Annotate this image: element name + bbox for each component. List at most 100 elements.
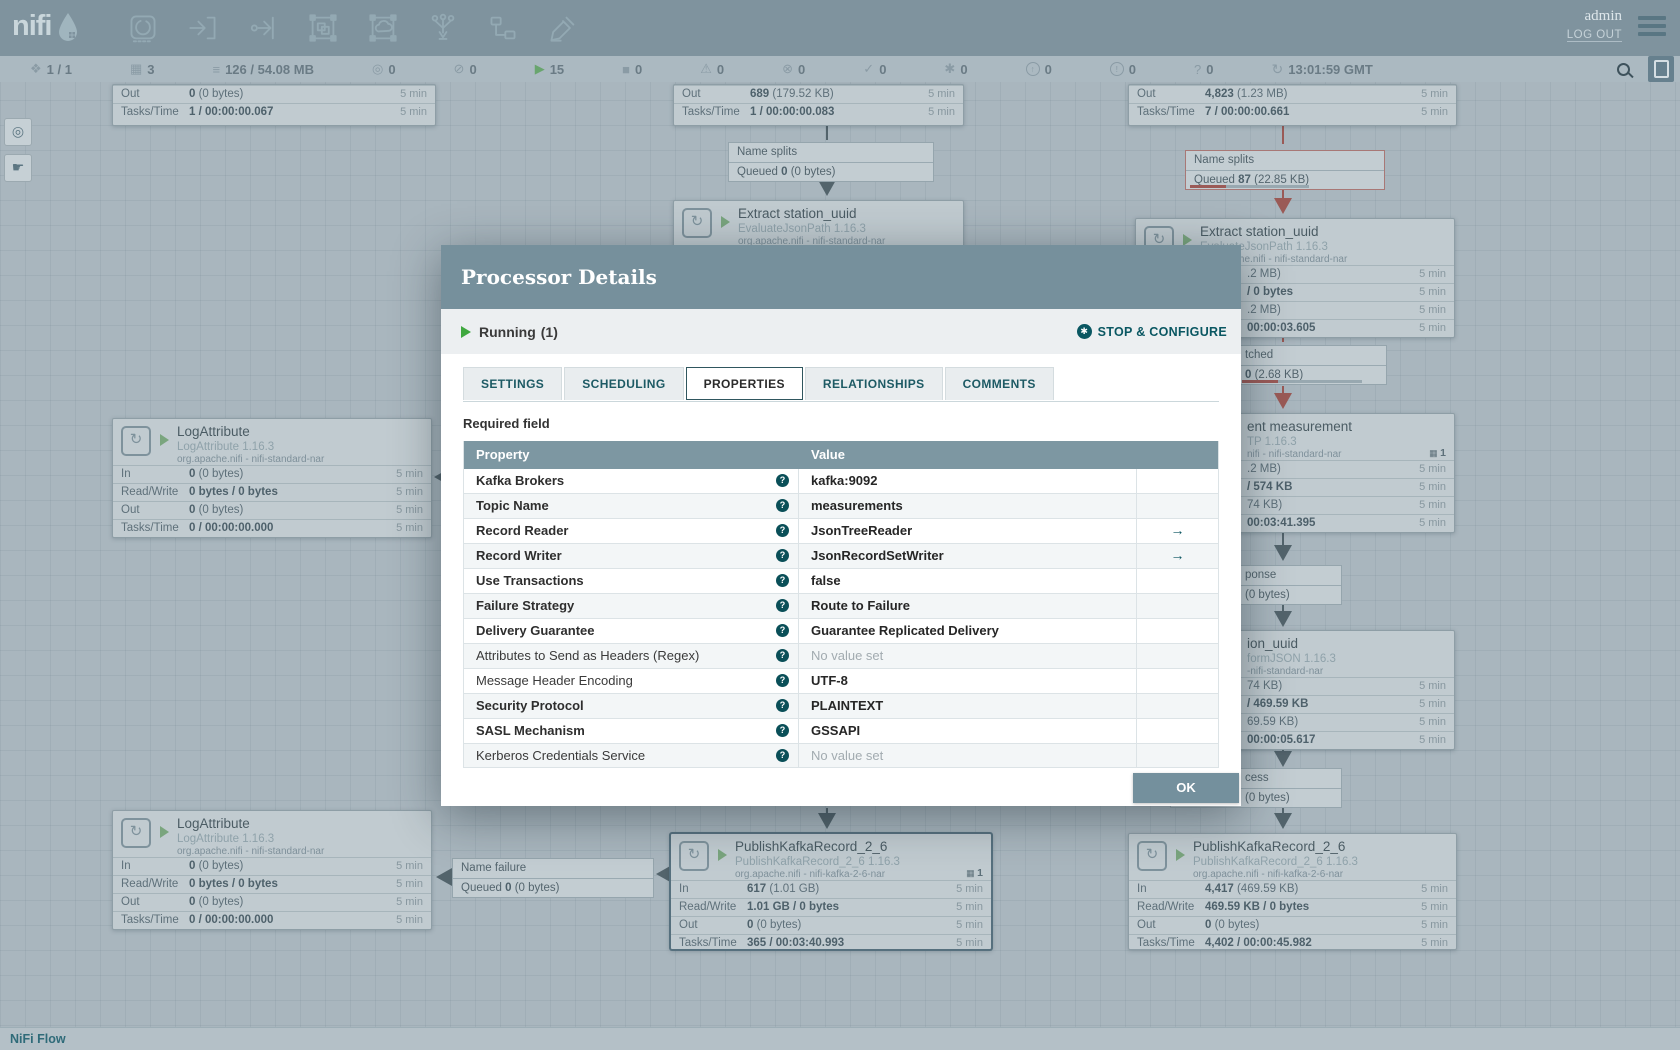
remote-process-group-component-icon[interactable] — [368, 13, 398, 43]
stat-label: Tasks/Time — [1137, 104, 1195, 121]
navigate-palette-button[interactable]: ◎ — [4, 118, 32, 146]
processor-logattribute-2[interactable]: ↻ LogAttribute LogAttribute 1.16.3 org.a… — [112, 810, 432, 930]
property-row[interactable]: Message Header Encoding ? UTF-8 — [464, 669, 1218, 694]
property-value-cell: GSSAPI — [799, 719, 1137, 743]
property-action-cell — [1137, 619, 1218, 643]
processor-bundle: nifi - nifi-standard-nar — [1247, 449, 1341, 460]
property-action-cell — [1137, 694, 1218, 718]
connection-queued: Queued 0 (0 bytes) — [453, 879, 653, 897]
help-icon[interactable]: ? — [776, 724, 789, 737]
processor-component-icon[interactable] — [128, 13, 158, 43]
help-icon[interactable]: ? — [776, 499, 789, 512]
processor-name: ion_uuid — [1247, 636, 1298, 651]
dialog-tab[interactable]: SETTINGS — [463, 367, 562, 400]
status-item: ⊘ 0 — [454, 61, 477, 77]
property-row[interactable]: SASL Mechanism ? GSSAPI — [464, 719, 1218, 744]
processor-publishkafkarecord-selected[interactable]: ↻ PublishKafkaRecord_2_6 PublishKafkaRec… — [670, 833, 992, 950]
stat-period: 5 min — [928, 104, 955, 121]
status-icon: ✓ — [863, 61, 874, 77]
stat-value-fragment: .2 MB) — [1247, 266, 1281, 283]
help-icon[interactable]: ? — [776, 574, 789, 587]
input-port-component-icon[interactable] — [188, 13, 218, 43]
processor-logattribute-1[interactable]: ↻ LogAttribute LogAttribute 1.16.3 org.a… — [112, 418, 432, 538]
processor-publishkafkarecord-2[interactable]: ↻ PublishKafkaRecord_2_6 PublishKafkaRec… — [1128, 833, 1457, 950]
goto-service-icon[interactable]: → — [1171, 522, 1185, 538]
process-group-component-icon[interactable] — [308, 13, 338, 43]
current-user: admin — [1567, 8, 1622, 25]
processor-partial[interactable]: Out 4,823 (1.23 MB) 5 min Tasks/Time 7 /… — [1128, 84, 1457, 126]
refresh-icon[interactable]: ↻ — [1272, 61, 1284, 78]
stat-period: 5 min — [400, 104, 427, 121]
stat-row: Tasks/Time 0 / 00:00:00.000 5 min — [113, 519, 431, 537]
property-row[interactable]: Failure Strategy ? Route to Failure — [464, 594, 1218, 619]
status-bar: ❖ 1 / 1 ▦ 3 ≡ 126 / 54.08 MB ◎ 0 ⊘ 0 ▶ 1… — [0, 56, 1680, 82]
stat-value-fragment: 69.59 KB) — [1247, 714, 1298, 731]
property-name: Kerberos Credentials Service — [476, 748, 645, 763]
stat-row: Out 0 (0 bytes) 5 min — [113, 501, 431, 519]
navigate-icon: ◎ — [12, 123, 24, 139]
property-value: kafka:9092 — [811, 473, 878, 488]
property-row[interactable]: Delivery Guarantee ? Guarantee Replicate… — [464, 619, 1218, 644]
help-icon[interactable]: ? — [776, 524, 789, 537]
help-icon[interactable]: ? — [776, 749, 789, 762]
breadcrumb[interactable]: NiFi Flow — [0, 1028, 66, 1050]
property-row[interactable]: Kerberos Credentials Service ? No value … — [464, 744, 1218, 767]
property-row[interactable]: Security Protocol ? PLAINTEXT — [464, 694, 1218, 719]
property-row[interactable]: Use Transactions ? false — [464, 569, 1218, 594]
status-icon: ✱ — [944, 61, 955, 77]
dialog-tab[interactable]: RELATIONSHIPS — [805, 367, 943, 400]
help-icon[interactable]: ? — [776, 549, 789, 562]
stat-label: Out — [121, 86, 140, 103]
property-action-cell — [1137, 669, 1218, 693]
template-component-icon[interactable] — [488, 13, 518, 43]
property-row[interactable]: Record Reader ? JsonTreeReader → — [464, 519, 1218, 544]
property-row[interactable]: Topic Name ? measurements — [464, 494, 1218, 519]
dialog-tab[interactable]: COMMENTS — [945, 367, 1054, 400]
stop-and-configure-button[interactable]: ✱ STOP & CONFIGURE — [1077, 324, 1227, 339]
status-icon: ⚠ — [700, 61, 712, 77]
help-icon[interactable]: ? — [776, 474, 789, 487]
nifi-logo-text: nifi — [12, 10, 52, 43]
connection-label-splits[interactable]: Name splits Queued 0 (0 bytes) — [728, 142, 934, 182]
help-icon[interactable]: ? — [776, 649, 789, 662]
running-status-icon — [160, 434, 169, 446]
help-icon[interactable]: ? — [776, 699, 789, 712]
property-row[interactable]: Attributes to Send as Headers (Regex) ? … — [464, 644, 1218, 669]
settings-panel-button[interactable] — [1648, 56, 1674, 82]
property-action-cell — [1137, 644, 1218, 668]
output-port-component-icon[interactable] — [248, 13, 278, 43]
global-menu-icon[interactable] — [1638, 16, 1666, 40]
processor-stats: In 4,417 (469.59 KB) 5 min Read/Write 46… — [1129, 880, 1456, 952]
dialog-tab[interactable]: SCHEDULING — [564, 367, 683, 400]
processor-icon: ↻ — [679, 841, 709, 871]
refresh-status[interactable]: ↻ 13:01:59 GMT — [1272, 61, 1373, 78]
property-row[interactable]: Record Writer ? JsonRecordSetWriter → — [464, 544, 1218, 569]
operate-palette-button[interactable]: ☛ — [4, 154, 32, 182]
help-icon[interactable]: ? — [776, 674, 789, 687]
search-icon[interactable] — [1617, 63, 1630, 76]
property-row[interactable]: Kafka Brokers ? kafka:9092 — [464, 469, 1218, 494]
run-state-label: Running — [479, 324, 536, 340]
help-icon[interactable]: ? — [776, 599, 789, 612]
ok-button[interactable]: OK — [1133, 773, 1239, 803]
status-count: 0 — [635, 62, 642, 77]
status-count: 126 / 54.08 MB — [225, 62, 314, 77]
status-icon: ↑ — [1026, 62, 1040, 76]
dialog-tab[interactable]: PROPERTIES — [686, 367, 803, 400]
logout-link[interactable]: LOG OUT — [1567, 29, 1622, 42]
stat-label: Out — [121, 894, 140, 911]
processor-partial[interactable]: Out 689 (179.52 KB) 5 min Tasks/Time 1 /… — [673, 84, 964, 126]
funnel-component-icon[interactable] — [428, 13, 458, 43]
goto-service-icon[interactable]: → — [1171, 547, 1185, 563]
property-action-cell — [1137, 469, 1218, 493]
help-icon[interactable]: ? — [776, 624, 789, 637]
connection-label-failure[interactable]: Name failure Queued 0 (0 bytes) — [452, 858, 654, 898]
stat-value: 1 / 00:00:00.067 — [189, 104, 273, 121]
label-component-icon[interactable] — [548, 13, 578, 43]
stat-row: Read/Write 469.59 KB / 0 bytes 5 min — [1129, 898, 1456, 916]
processor-partial[interactable]: Out 0 (0 bytes) 5 min Tasks/Time 1 / 00:… — [112, 84, 436, 126]
stat-value-fragment: .2 MB) — [1247, 302, 1281, 319]
stat-label: Read/Write — [1137, 899, 1194, 916]
connection-label-splits-backpressure[interactable]: Name splits Queued 87 (22.85 KB) — [1185, 150, 1385, 190]
backpressure-bar — [1190, 185, 1309, 188]
